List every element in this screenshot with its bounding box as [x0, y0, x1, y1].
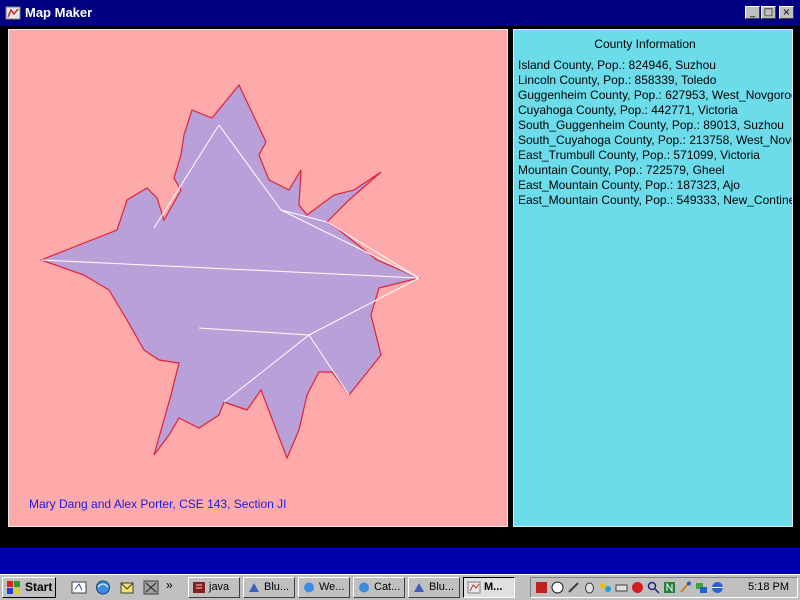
county-list-item: East_Mountain County, Pop.: 549333, New_… [518, 193, 793, 207]
tray-stop-icon[interactable] [631, 581, 644, 594]
county-list-item: Guggenheim County, Pop.: 627953, West_No… [518, 88, 793, 102]
tray-globe-icon[interactable] [711, 581, 724, 594]
windows-logo-icon [7, 581, 20, 594]
browser-icon [359, 582, 369, 593]
bluej-icon [414, 583, 424, 592]
map-region-outline[interactable] [39, 83, 421, 460]
task-button-bluej[interactable]: Blu... [243, 577, 295, 598]
task-button-web[interactable]: We... [298, 577, 350, 598]
tray-keyboard-icon[interactable] [615, 581, 628, 594]
county-list-item: South_Guggenheim County, Pop.: 89013, Su… [518, 118, 784, 132]
window-title: Map Maker [25, 5, 93, 20]
tray-app-icon[interactable] [535, 581, 548, 594]
map-maker-window: Map Maker _ □ × Mary Dang and Alex Porte… [0, 0, 800, 548]
start-label: Start [25, 580, 53, 594]
county-list-item: South_Cuyahoga County, Pop.: 213758, Wes… [518, 133, 793, 147]
county-list: Island County, Pop.: 824946, Suzhou Linc… [518, 58, 793, 208]
county-list-item: Mountain County, Pop.: 722579, Gheel [518, 163, 725, 177]
tray-mouse-icon[interactable] [583, 581, 596, 594]
title-bar[interactable]: Map Maker _ □ × [0, 0, 800, 26]
minimize-button[interactable]: _ [745, 6, 760, 19]
tray-paint-brush-icon[interactable] [679, 581, 692, 594]
app-icon [5, 6, 21, 20]
task-button-bluej-2[interactable]: Blu... [408, 577, 460, 598]
start-button[interactable]: Start [2, 577, 56, 598]
tray-tools-icon[interactable] [567, 581, 580, 594]
county-list-item: East_Mountain County, Pop.: 187323, Ajo [518, 178, 740, 192]
show-desktop-icon[interactable] [70, 579, 88, 596]
browser-icon[interactable] [94, 579, 112, 596]
tray-network-icon[interactable] [695, 581, 708, 594]
taskbar: Start » java Blu... We... Cat... Blu... … [0, 574, 800, 600]
credits-text: Mary Dang and Alex Porter, CSE 143, Sect… [29, 497, 287, 511]
map-canvas[interactable]: Mary Dang and Alex Porter, CSE 143, Sect… [8, 29, 508, 527]
outlook-icon[interactable] [118, 579, 136, 596]
task-button-map-maker[interactable]: M... [463, 577, 515, 598]
bluej-icon [249, 583, 259, 592]
county-list-item: Island County, Pop.: 824946, Suzhou [518, 58, 716, 72]
network-icon[interactable] [142, 579, 160, 596]
close-button[interactable]: × [779, 6, 794, 19]
tray-clock-icon[interactable] [551, 581, 564, 594]
task-button-cat[interactable]: Cat... [353, 577, 405, 598]
tray-paint-icon[interactable] [599, 581, 612, 594]
county-list-item: East_Trumbull County, Pop.: 571099, Vict… [518, 148, 760, 162]
java-icon [193, 582, 205, 593]
browser-icon [304, 582, 314, 593]
county-list-item: Lincoln County, Pop.: 858339, Toledo [518, 73, 717, 87]
system-tray: 5:18 PM [530, 577, 798, 598]
quick-launch-more[interactable]: » [166, 578, 173, 592]
maximize-button[interactable]: □ [761, 6, 776, 19]
app-icon [467, 581, 481, 594]
tray-search-icon[interactable] [647, 581, 660, 594]
map-drawing[interactable] [9, 30, 507, 526]
task-button-java[interactable]: java [188, 577, 240, 598]
info-panel-title: County Information [594, 37, 696, 51]
county-info-panel: County Information Island County, Pop.: … [513, 29, 793, 527]
tray-n-icon[interactable] [663, 581, 676, 594]
clock[interactable]: 5:18 PM [748, 578, 789, 597]
county-list-item: Cuyahoga County, Pop.: 442771, Victoria [518, 103, 738, 117]
